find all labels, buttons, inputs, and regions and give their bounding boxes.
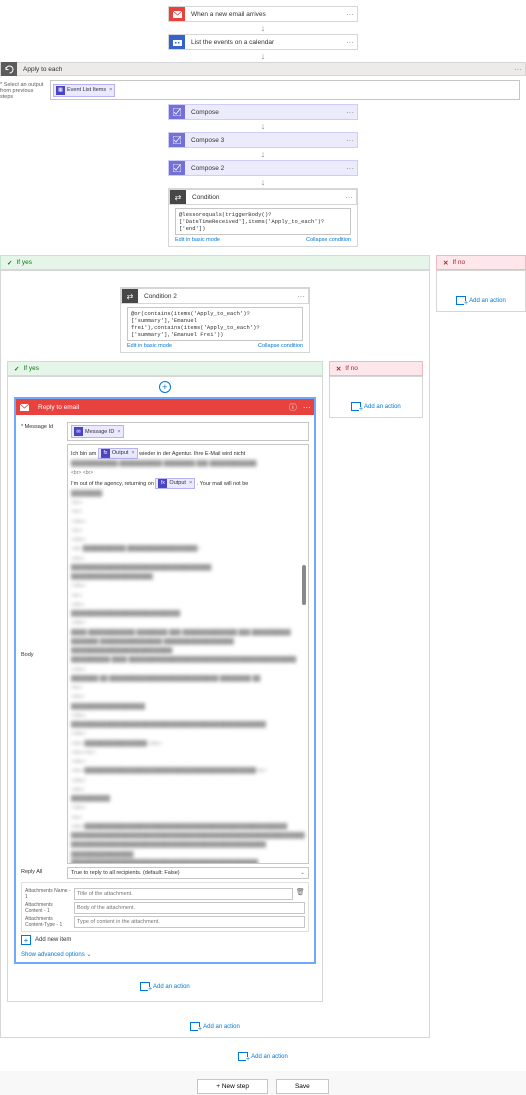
add-action-icon: [190, 1022, 200, 1031]
remove-token-icon[interactable]: ×: [109, 87, 112, 93]
x-icon: ✕: [443, 259, 448, 267]
remove-token-icon[interactable]: ×: [117, 429, 120, 435]
x-icon: ✕: [336, 365, 341, 373]
branch-if-yes[interactable]: ✓ If yes: [7, 361, 323, 376]
collapse-condition-link[interactable]: Collapse condition: [258, 343, 303, 349]
edit-basic-mode-link[interactable]: Edit in basic mode: [127, 343, 172, 349]
remove-token-icon[interactable]: ×: [189, 479, 192, 487]
menu-icon[interactable]: ···: [343, 164, 357, 173]
arrow-icon: ↓: [0, 120, 526, 132]
list-events-card[interactable]: List the events on a calendar ···: [168, 34, 358, 50]
collapse-condition-link[interactable]: Collapse condition: [306, 237, 351, 243]
compose-icon: [169, 133, 185, 147]
arrow-icon: ↓: [0, 148, 526, 160]
reply-all-label: Reply All: [21, 867, 67, 879]
compose-card[interactable]: Compose 2 ···: [168, 160, 358, 176]
menu-icon[interactable]: ···: [343, 38, 357, 47]
show-advanced-link[interactable]: Show advanced options ⌄: [21, 951, 309, 958]
condition-icon: ⇄: [122, 289, 138, 303]
foreach-icon: [1, 62, 17, 76]
message-id-label: * Message Id: [21, 422, 67, 441]
check-icon: ✓: [7, 259, 12, 267]
save-button[interactable]: Save: [276, 1079, 329, 1094]
arrow-icon: ↓: [0, 22, 526, 34]
add-action-button[interactable]: Add an action: [14, 982, 316, 991]
mail-icon: [16, 400, 32, 414]
token-event-list-items[interactable]: ▦ Event List Items ×: [53, 84, 115, 97]
compose-title: Compose: [185, 109, 343, 116]
insert-step-button[interactable]: +: [159, 381, 171, 393]
add-action-button[interactable]: Add an action: [0, 1052, 526, 1061]
add-action-icon: [456, 296, 466, 305]
mail-icon: ✉: [74, 427, 83, 436]
menu-icon[interactable]: ···: [342, 193, 356, 202]
add-action-button[interactable]: Add an action: [351, 402, 401, 411]
branch-if-yes[interactable]: ✓ If yes: [0, 255, 430, 270]
calendar-icon: [169, 35, 185, 49]
scrollbar-thumb[interactable]: [302, 565, 306, 605]
condition2-expression[interactable]: @or(contains(items('Apply_to_each')?['su…: [127, 307, 303, 341]
new-step-button[interactable]: + New step: [197, 1079, 268, 1094]
menu-icon[interactable]: ···: [294, 292, 308, 301]
body-label: Body: [21, 650, 67, 658]
att-content-input[interactable]: [74, 902, 305, 914]
trigger-title: When a new email arrives: [185, 11, 343, 18]
fx-token-output[interactable]: fxOutput×: [98, 448, 138, 459]
compose-title: Compose 2: [185, 165, 343, 172]
att-type-label: Attachments Content-Type - 1: [25, 916, 71, 928]
menu-icon[interactable]: ···: [343, 136, 357, 145]
plus-icon: +: [21, 935, 31, 945]
info-icon[interactable]: ⓘ: [286, 402, 300, 413]
add-action-button[interactable]: Add an action: [7, 1022, 423, 1031]
list-events-title: List the events on a calendar: [185, 39, 343, 46]
compose-card[interactable]: Compose 3 ···: [168, 132, 358, 148]
menu-icon[interactable]: ···: [343, 10, 357, 19]
reply-to-email-card[interactable]: Reply to email ⓘ ··· * Message Id: [14, 397, 316, 964]
reply-title: Reply to email: [32, 404, 286, 411]
att-content-label: Attachments Content - 1: [25, 902, 71, 914]
branch-if-no[interactable]: ✕ If no: [436, 255, 526, 270]
mail-icon: [169, 7, 185, 21]
trigger-card[interactable]: When a new email arrives ···: [168, 6, 358, 22]
apply-to-each-header[interactable]: Apply to each ···: [0, 62, 526, 76]
condition2-card[interactable]: ⇄ Condition 2 ··· @or(contains(items('Ap…: [120, 287, 310, 353]
arrow-icon: ↓: [0, 50, 526, 62]
body-field[interactable]: Ich bin am fxOutput× wieder in der Agent…: [67, 444, 309, 864]
menu-icon[interactable]: ···: [343, 108, 357, 117]
menu-icon[interactable]: ···: [511, 65, 525, 74]
menu-icon[interactable]: ···: [300, 403, 314, 412]
calendar-icon: ▦: [56, 86, 65, 95]
compose-title: Compose 3: [185, 137, 343, 144]
select-output-field[interactable]: ▦ Event List Items ×: [50, 80, 520, 100]
condition-expression[interactable]: @lessorequals(triggerBody()?['DateTimeRe…: [175, 208, 351, 235]
att-name-label: Attachments Name - 1: [25, 888, 71, 900]
select-output-label: * Select an output from previous steps: [0, 80, 44, 100]
condition-title: Condition: [186, 194, 342, 201]
token-message-id[interactable]: ✉ Message ID ×: [71, 425, 124, 438]
check-icon: ✓: [14, 365, 19, 373]
att-type-input[interactable]: [74, 916, 305, 928]
condition2-title: Condition 2: [138, 293, 294, 300]
compose-card[interactable]: Compose ···: [168, 104, 358, 120]
condition-icon: ⇄: [170, 190, 186, 204]
delete-icon[interactable]: 🗑: [296, 888, 305, 900]
add-new-item-button[interactable]: + Add new item: [21, 935, 309, 945]
fx-token-output[interactable]: fxOutput×: [155, 478, 195, 489]
branch-if-no[interactable]: ✕ If no: [329, 361, 423, 376]
reply-all-dropdown[interactable]: True to reply to all recipients. (defaul…: [67, 867, 309, 879]
add-action-icon: [238, 1052, 248, 1061]
chevron-down-icon[interactable]: ⌄: [300, 870, 305, 876]
foreach-title: Apply to each: [17, 66, 511, 73]
compose-icon: [169, 105, 185, 119]
add-action-icon: [351, 402, 361, 411]
message-id-field[interactable]: ✉ Message ID ×: [67, 422, 309, 441]
att-name-input[interactable]: [74, 888, 293, 900]
arrow-icon: ↓: [0, 176, 526, 188]
add-action-button[interactable]: Add an action: [456, 296, 506, 305]
compose-icon: [169, 161, 185, 175]
add-action-icon: [140, 982, 150, 991]
condition-card[interactable]: ⇄ Condition ··· @lessorequals(triggerBod…: [168, 188, 358, 247]
remove-token-icon[interactable]: ×: [131, 449, 134, 457]
edit-basic-mode-link[interactable]: Edit in basic mode: [175, 237, 220, 243]
